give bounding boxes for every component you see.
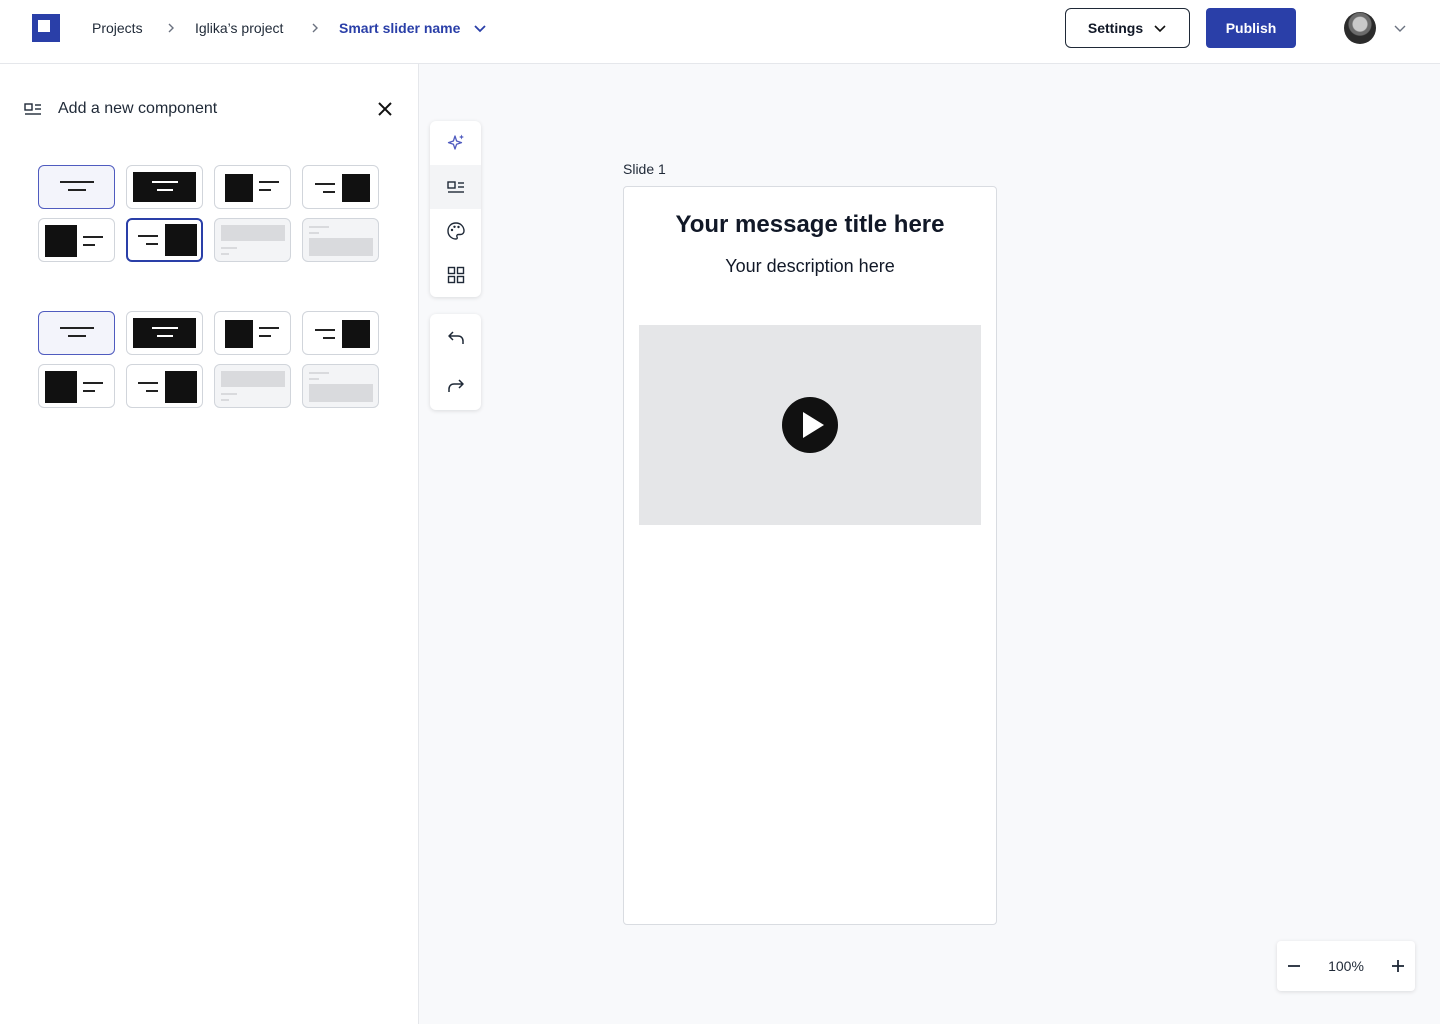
sidebar-header: Add a new component	[24, 100, 217, 118]
app-logo-icon[interactable]	[32, 14, 60, 42]
component-card-dark-image-left-text[interactable]	[38, 364, 115, 408]
chevron-down-icon[interactable]	[1393, 21, 1407, 35]
zoom-in-icon[interactable]	[1388, 956, 1408, 976]
video-placeholder[interactable]	[639, 325, 981, 525]
slide-label: Slide 1	[623, 161, 666, 177]
breadcrumb-project[interactable]: Iglika’s project	[195, 0, 283, 56]
chevron-right-icon	[168, 23, 174, 33]
slide-title[interactable]: Your message title here	[624, 211, 996, 239]
editor-toolbar	[430, 121, 481, 297]
play-button[interactable]	[782, 397, 838, 453]
component-card-text-on-dark-image[interactable]	[126, 311, 203, 355]
sparkle-icon	[447, 134, 464, 150]
component-card-muted-banner-text[interactable]	[302, 218, 379, 262]
zoom-out-icon[interactable]	[1284, 956, 1304, 976]
component-card-text-dark-image-right[interactable]	[126, 218, 203, 262]
component-card-text-image-right[interactable]	[302, 311, 379, 355]
component-card-muted-banner-text[interactable]	[302, 364, 379, 408]
component-card-image-left-text[interactable]	[214, 311, 291, 355]
ai-sparkle-button[interactable]	[430, 121, 481, 165]
top-bar: Projects Iglika’s project Smart slider n…	[0, 0, 1440, 64]
history-toolbar	[430, 314, 481, 410]
breadcrumb-projects[interactable]: Projects	[92, 0, 143, 56]
component-card-centered-text[interactable]	[38, 311, 115, 355]
zoom-control: 100%	[1277, 941, 1415, 991]
theme-tool-button[interactable]	[430, 209, 481, 253]
component-card-text-on-dark-image[interactable]	[126, 165, 203, 209]
components-tool-button[interactable]	[430, 165, 481, 209]
slide-canvas[interactable]: Your message title here Your description…	[623, 186, 997, 925]
avatar[interactable]	[1344, 12, 1376, 44]
component-card-image-left-text[interactable]	[214, 165, 291, 209]
close-icon[interactable]	[375, 99, 395, 119]
play-icon	[803, 412, 824, 438]
layout-icon	[446, 181, 464, 193]
component-card-dark-image-left-text[interactable]	[38, 218, 115, 262]
sidebar-title: Add a new component	[58, 100, 218, 117]
publish-label: Publish	[1225, 20, 1277, 36]
component-card-muted-banner[interactable]	[214, 364, 291, 408]
grid-icon	[447, 266, 464, 284]
component-card-text-dark-image-right[interactable]	[126, 364, 203, 408]
breadcrumb-slider[interactable]: Smart slider name	[339, 0, 460, 56]
chevron-down-icon[interactable]	[472, 20, 488, 36]
component-sidebar: Add a new component	[0, 64, 419, 1024]
redo-icon	[447, 379, 464, 392]
apps-tool-button[interactable]	[430, 253, 481, 297]
component-card-text-image-right[interactable]	[302, 165, 379, 209]
zoom-level: 100%	[1328, 958, 1364, 974]
layout-icon	[24, 103, 41, 115]
undo-icon	[447, 331, 464, 344]
palette-icon	[446, 222, 465, 240]
chevron-down-icon	[1154, 25, 1166, 33]
undo-button[interactable]	[430, 314, 481, 362]
publish-button[interactable]: Publish	[1206, 8, 1296, 48]
settings-label: Settings	[1087, 20, 1144, 36]
component-card-centered-text[interactable]	[38, 165, 115, 209]
settings-button[interactable]: Settings	[1065, 8, 1190, 48]
redo-button[interactable]	[430, 362, 481, 410]
slide-description[interactable]: Your description here	[624, 256, 996, 277]
chevron-right-icon	[312, 23, 318, 33]
component-card-muted-banner[interactable]	[214, 218, 291, 262]
